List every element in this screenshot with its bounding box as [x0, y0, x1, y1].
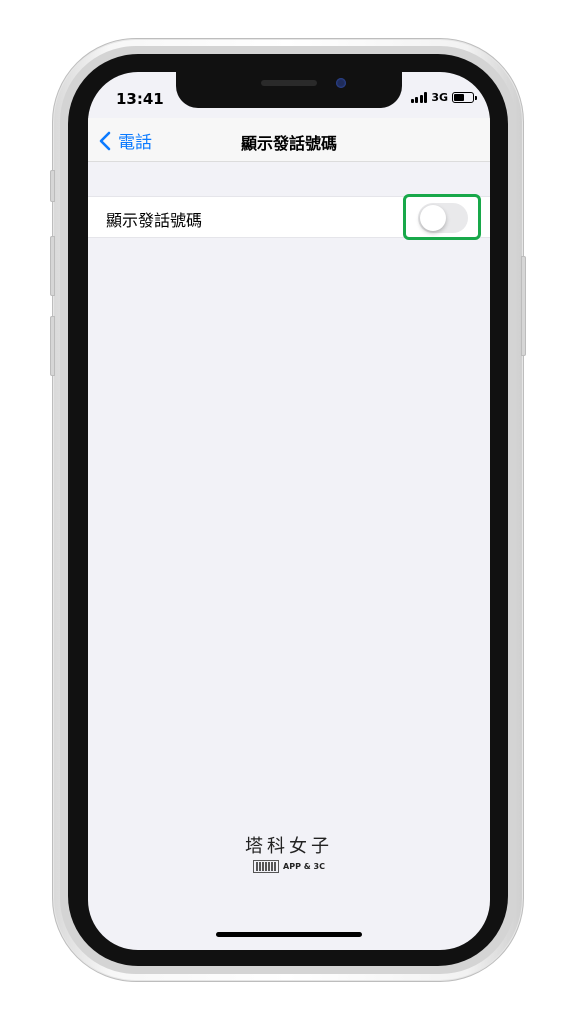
- notch: [176, 72, 402, 108]
- page-title: 顯示發話號碼: [240, 134, 337, 153]
- home-indicator[interactable]: [216, 932, 362, 937]
- camera-icon: [336, 78, 346, 88]
- speaker-grille: [261, 80, 317, 86]
- watermark-logo: 塔科女子 APP & 3C: [88, 832, 490, 873]
- show-caller-id-row: 顯示發話號碼: [88, 196, 490, 238]
- phone-screen: 13:41 3G 電話 顯示發話號碼 顯示發話號碼 塔科女子 APP & 3C: [88, 72, 490, 950]
- volume-down-button: [50, 316, 55, 376]
- power-button: [521, 256, 526, 356]
- setting-label: 顯示發話號碼: [106, 211, 203, 230]
- navigation-bar: 電話 顯示發話號碼: [88, 118, 490, 162]
- battery-icon: [452, 92, 477, 103]
- status-time: 13:41: [116, 90, 164, 108]
- network-type: 3G: [431, 91, 448, 104]
- volume-up-button: [50, 236, 55, 296]
- toggle-knob: [420, 205, 446, 231]
- status-indicators: 3G: [410, 91, 477, 104]
- mute-switch: [50, 170, 55, 202]
- show-caller-id-toggle[interactable]: [418, 203, 468, 233]
- signal-icon: [410, 92, 428, 103]
- watermark-subtitle: APP & 3C: [283, 862, 325, 871]
- keyboard-icon: [253, 860, 280, 873]
- watermark-title: 塔科女子: [245, 836, 333, 857]
